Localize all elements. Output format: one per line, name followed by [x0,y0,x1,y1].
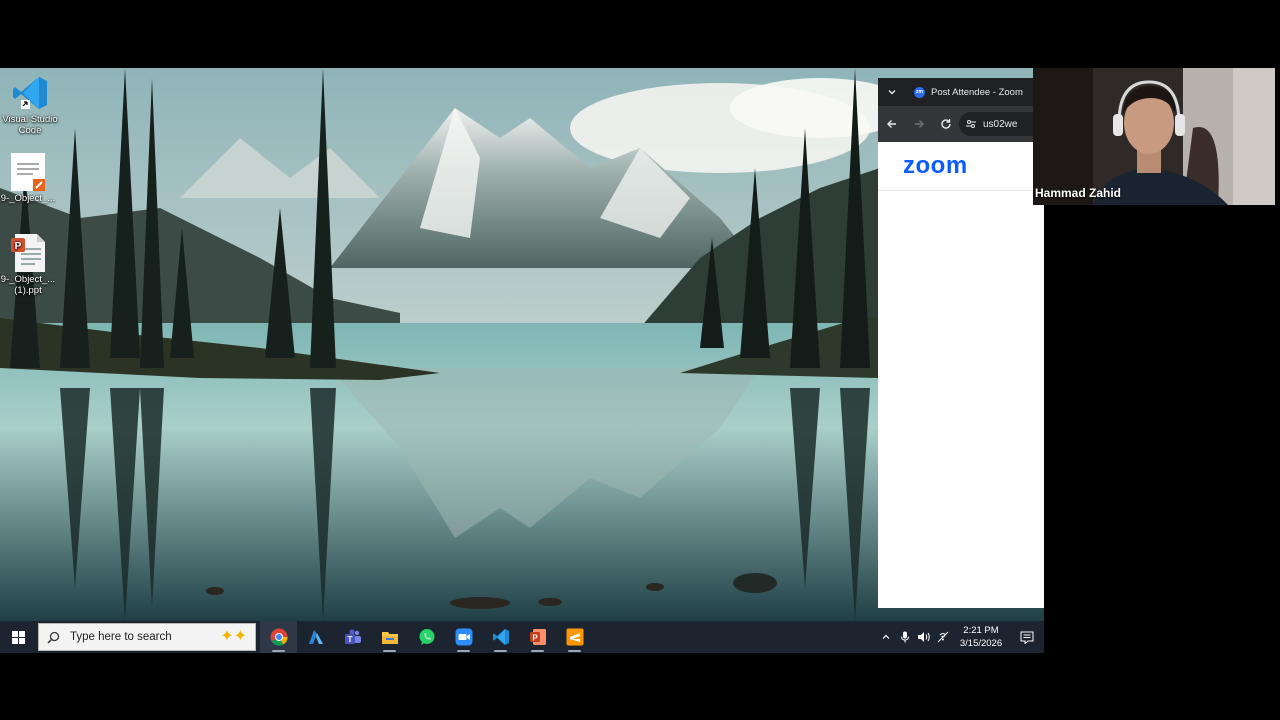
running-indicator [568,650,581,652]
tab-search-dropdown-icon[interactable] [878,87,906,97]
notifications-button[interactable] [1010,631,1044,644]
running-indicator [531,650,544,652]
taskbar-app-powerpoint[interactable]: P [519,621,556,653]
back-arrow-icon [886,120,896,128]
browser-tab-bar: zm Post Attendee - Zoom [878,78,1044,106]
svg-text:P: P [15,241,22,252]
chrome-icon [270,628,288,646]
header-divider [878,190,1044,191]
system-tray: 2:21 PM 3/15/2026 [876,621,1044,653]
taskbar-app-azure[interactable] [297,621,334,653]
taskbar: Type here to search ✦✦ T P 2:21 PM 3/15/… [0,621,1044,653]
search-placeholder: Type here to search [70,631,172,643]
microphone-icon [900,631,909,643]
start-button[interactable] [0,621,36,653]
browser-toolbar: us02we [878,106,1044,142]
network-button[interactable] [933,631,952,643]
volume-button[interactable] [914,631,933,643]
desktop-icon-ppt-file-2[interactable]: P 9-_Object_... (1).ppt [0,234,58,296]
microphone-button[interactable] [895,631,914,643]
participant-video [1033,68,1275,205]
taskbar-app-vscode[interactable] [482,621,519,653]
url-text: us02we [983,118,1018,130]
zoom-logo: zoom [903,152,968,179]
speaker-icon [917,632,930,642]
desktop-icon-vscode[interactable]: Visual Studio Code [0,74,60,136]
running-indicator [383,650,396,652]
participant-name: Hammad Zahid [1035,186,1122,200]
site-info-icon [966,120,976,128]
zoom-icon [455,628,472,646]
chevron-up-icon [882,634,889,639]
search-icon [47,631,60,644]
running-indicator [457,650,470,652]
address-bar[interactable]: us02we [959,112,1044,136]
notification-icon [1020,631,1034,644]
network-icon [937,631,948,643]
forward-arrow-icon [914,120,924,128]
reload-button[interactable] [932,111,959,137]
taskbar-app-file-explorer[interactable] [371,621,408,653]
tab-title: Post Attendee - Zoom [931,86,1023,98]
vscode-icon [492,629,509,645]
folder-icon [381,632,398,644]
svg-text:T: T [347,635,352,644]
desktop-icon-label: 9-_Object_... (1).ppt [0,274,56,296]
vscode-icon [11,74,49,112]
azure-icon [308,630,323,644]
powerpoint-file-icon: P [9,234,47,272]
windows-logo-icon [11,630,25,644]
sublime-text-icon [566,628,583,646]
copilot-sparkle-icon: ✦✦ [220,628,247,645]
clock-date: 3/15/2026 [959,638,1003,649]
tab-post-attendee[interactable]: zm Post Attendee - Zoom [906,86,1044,98]
taskbar-search-box[interactable]: Type here to search ✦✦ [38,623,256,651]
taskbar-clock[interactable]: 2:21 PM 3/15/2026 [952,624,1010,650]
taskbar-app-sublime[interactable] [556,621,593,653]
clock-time: 2:21 PM [963,625,999,636]
browser-page: zoom [878,142,1044,608]
zoom-favicon-icon: zm [914,86,925,98]
taskbar-app-chrome[interactable] [260,621,297,653]
svg-text:P: P [532,633,538,642]
back-button[interactable] [878,111,905,137]
whatsapp-icon [419,629,434,645]
powerpoint-icon: P [529,629,546,645]
taskbar-app-teams[interactable]: T [334,621,371,653]
show-hidden-icons-button[interactable] [876,632,895,642]
desktop-icon-ppt-file-1[interactable]: 9-_Object_... [0,153,58,204]
running-indicator [494,650,507,652]
taskbar-pinned-apps: T P [260,621,593,653]
webcam-video-tile: Hammad Zahid [1033,68,1275,205]
forward-button[interactable] [905,111,932,137]
taskbar-app-zoom[interactable] [445,621,482,653]
reload-icon [940,119,951,129]
browser-window: zm Post Attendee - Zoom us02we zoom [878,78,1044,608]
teams-icon: T [344,629,361,644]
desktop-icon-label: Visual Studio Code [2,114,58,136]
desktop-icon-label: 9-_Object_... [0,193,56,204]
powerpoint-file-icon [9,153,47,191]
running-indicator [272,650,285,652]
taskbar-app-whatsapp[interactable] [408,621,445,653]
